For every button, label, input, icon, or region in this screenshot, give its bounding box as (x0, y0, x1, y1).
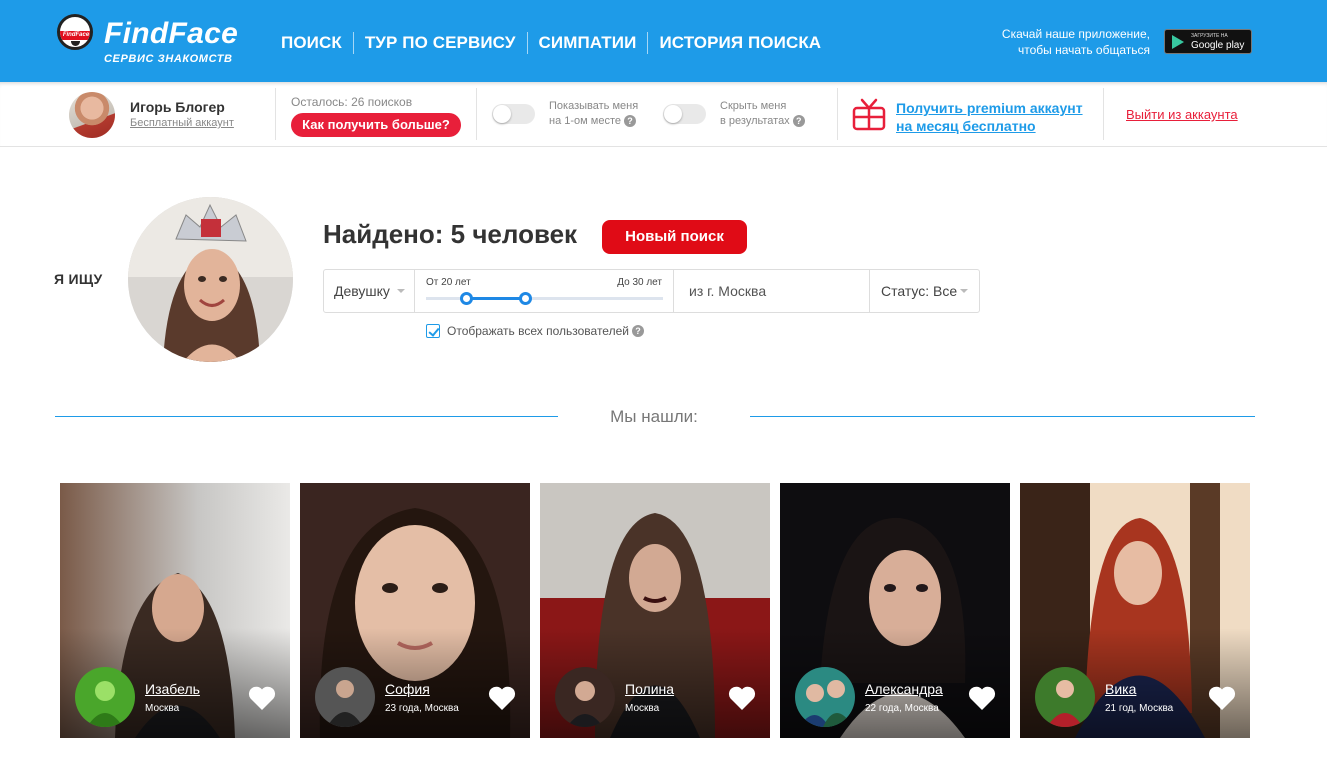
card-name[interactable]: София (385, 681, 430, 697)
card-info: 22 года, Москва (865, 703, 939, 714)
age-range-fill (466, 297, 526, 300)
status-select[interactable]: Статус: Все (870, 270, 980, 312)
hide-me-line2: в результатах (720, 115, 790, 127)
premium-line1: Получить premium аккаунт (896, 100, 1083, 116)
divider (275, 88, 276, 140)
logo-subtitle: СЕРВИС ЗНАКОМСТВ (104, 53, 233, 65)
divider-left (55, 416, 558, 417)
card-info: 21 год, Москва (1105, 703, 1174, 714)
account-type-link[interactable]: Бесплатный аккаунт (130, 117, 234, 129)
user-name: Игорь Блогер (130, 99, 225, 115)
show-first-line2: на 1-ом месте (549, 115, 621, 127)
show-all-users[interactable]: Отображать всех пользователей ? (426, 324, 644, 338)
chevron-down-icon (397, 289, 405, 293)
card-name[interactable]: Изабель (145, 681, 200, 697)
search-photo-image (128, 197, 293, 362)
help-icon[interactable]: ? (792, 115, 805, 128)
divider (1103, 88, 1104, 140)
main-nav: ПОИСК ТУР ПО СЕРВИСУ СИМПАТИИ ИСТОРИЯ ПО… (270, 31, 832, 55)
search-photo[interactable] (128, 197, 293, 362)
result-card[interactable]: Изабель Москва (60, 483, 290, 738)
age-from-label: От 20 лет (426, 277, 471, 288)
heart-icon[interactable] (488, 685, 516, 711)
card-thumbnail[interactable] (1035, 667, 1095, 727)
status-value: Статус: Все (881, 283, 958, 299)
show-first-line1: Показывать меня (549, 100, 639, 112)
nav-tour[interactable]: ТУР ПО СЕРВИСУ (354, 33, 527, 53)
store-name: Google play (1191, 40, 1245, 51)
card-thumbnail[interactable] (555, 667, 615, 727)
hide-me-toggle[interactable] (663, 104, 706, 124)
toggle-knob (493, 105, 511, 123)
divider (476, 88, 477, 140)
heart-icon[interactable] (248, 685, 276, 711)
get-more-button[interactable]: Как получить больше? (291, 113, 461, 137)
card-thumbnail[interactable] (315, 667, 375, 727)
card-info: Москва (145, 703, 180, 714)
logo-title[interactable]: FindFace (104, 16, 238, 52)
premium-link[interactable]: Получить premium аккаунт на месяц беспла… (896, 99, 1083, 135)
result-card[interactable]: Вика 21 год, Москва (1020, 483, 1250, 738)
heart-icon[interactable] (968, 685, 996, 711)
user-bar: Игорь Блогер Бесплатный аккаунт Осталось… (0, 82, 1327, 147)
show-first-toggle[interactable] (492, 104, 535, 124)
google-play-button[interactable]: ЗАГРУЗИТЕ НА Google play (1164, 29, 1252, 54)
premium-line2: на месяц бесплатно (896, 118, 1036, 134)
card-info: 23 года, Москва (385, 703, 459, 714)
show-all-checkbox[interactable] (426, 324, 440, 338)
heart-icon[interactable] (1208, 685, 1236, 711)
result-card[interactable]: София 23 года, Москва (300, 483, 530, 738)
toggle-knob (664, 105, 682, 123)
nav-search[interactable]: ПОИСК (270, 33, 353, 53)
card-name[interactable]: Полина (625, 681, 674, 697)
looking-for-label: Я ИЩУ (54, 271, 103, 287)
card-thumbnail[interactable] (75, 667, 135, 727)
chevron-down-icon (960, 289, 968, 293)
help-icon[interactable]: ? (623, 115, 636, 128)
we-found-label: Мы нашли: (610, 407, 698, 426)
gender-value: Девушку (334, 283, 390, 299)
result-card[interactable]: Александра 22 года, Москва (780, 483, 1010, 738)
play-store-icon (1172, 35, 1184, 49)
new-search-button[interactable]: Новый поиск (602, 220, 747, 254)
logout-link[interactable]: Выйти из аккаунта (1126, 107, 1238, 122)
nav-likes[interactable]: СИМПАТИИ (528, 33, 648, 53)
search-filters: Девушку От 20 лет До 30 лет из г. Москва… (323, 269, 980, 313)
age-min-handle[interactable] (459, 292, 473, 305)
logo-icon[interactable]: FindFace (57, 14, 93, 50)
result-card[interactable]: Полина Москва (540, 483, 770, 738)
hide-me-label: Скрыть меня в результатах? (720, 99, 805, 129)
hide-me-line1: Скрыть меня (720, 100, 787, 112)
app-promo-text: Скачай наше приложение, чтобы начать общ… (1001, 27, 1150, 57)
avatar[interactable] (69, 92, 115, 138)
show-all-label: Отображать всех пользователей (447, 324, 629, 338)
top-header: FindFace FindFace СЕРВИС ЗНАКОМСТВ ПОИСК… (0, 0, 1327, 82)
nav-history[interactable]: ИСТОРИЯ ПОИСКА (648, 33, 832, 53)
searches-left: Осталось: 26 поисков (291, 95, 413, 109)
age-slider[interactable]: От 20 лет До 30 лет (415, 270, 674, 312)
card-thumbnail[interactable] (795, 667, 855, 727)
divider-right (750, 416, 1255, 417)
city-input[interactable]: из г. Москва (674, 270, 870, 312)
gift-icon (852, 98, 886, 131)
age-to-label: До 30 лет (617, 277, 662, 288)
help-icon[interactable]: ? (631, 325, 644, 337)
age-max-handle[interactable] (519, 292, 533, 305)
logo-mouth (71, 41, 80, 46)
divider (837, 88, 838, 140)
card-info: Москва (625, 703, 660, 714)
found-count: Найдено: 5 человек (323, 219, 578, 249)
heart-icon[interactable] (728, 685, 756, 711)
logo-mini-text: FindFace (62, 32, 90, 38)
gender-select[interactable]: Девушку (324, 270, 415, 312)
card-name[interactable]: Вика (1105, 681, 1136, 697)
show-first-label: Показывать меня на 1-ом месте? (549, 99, 638, 129)
card-name[interactable]: Александра (865, 681, 943, 697)
results-list: Изабель Москва София 23 года, Москва Пол… (60, 483, 1250, 738)
store-small-text: ЗАГРУЗИТЕ НА (1191, 33, 1228, 39)
